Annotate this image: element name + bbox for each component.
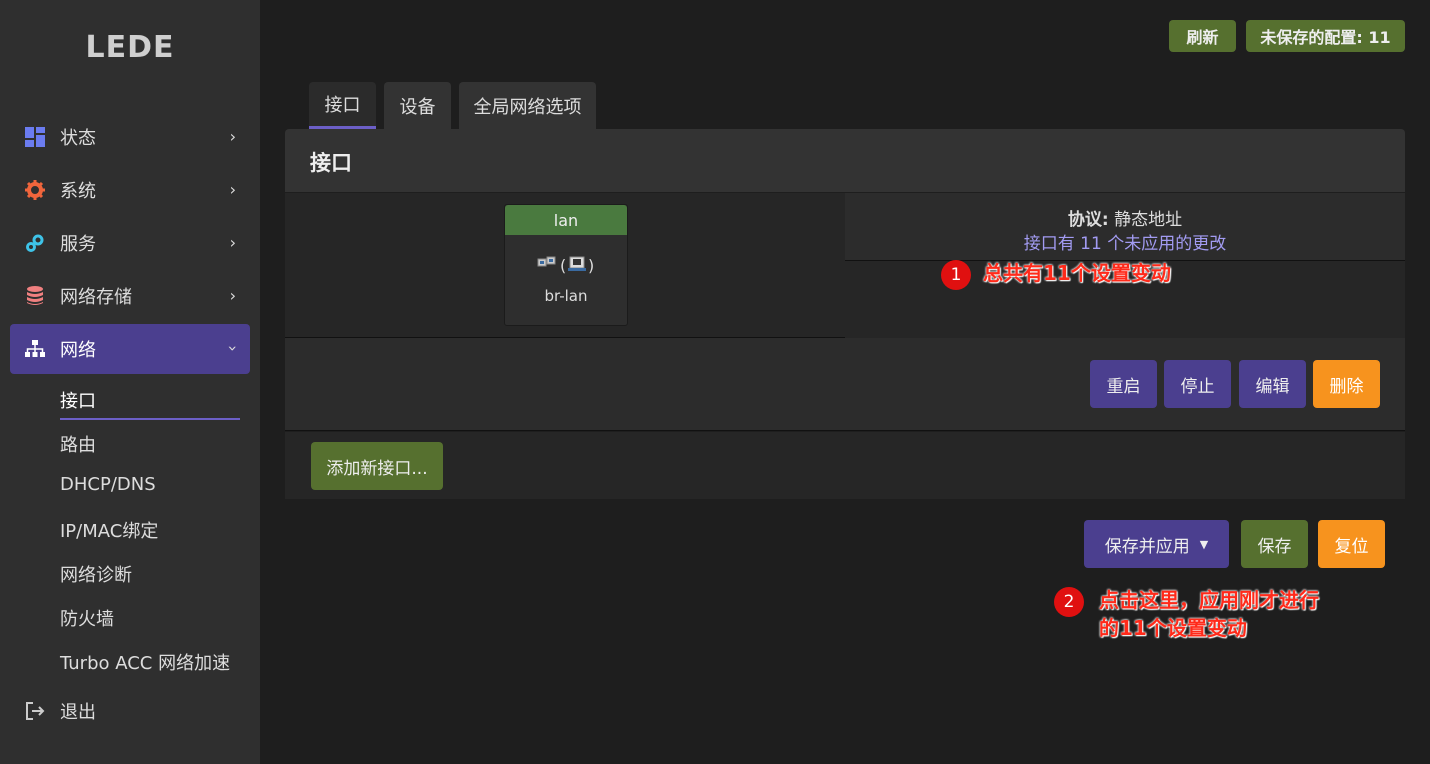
sidebar-item-label: 网络 [60, 340, 96, 361]
tab-global-options[interactable]: 全局网络选项 [459, 82, 596, 129]
subnav-diagnostics[interactable]: 网络诊断 [60, 561, 132, 587]
interface-info: 协议: 静态地址 接口有 11 个未应用的更改 [845, 193, 1405, 261]
chevron-right-icon: › [229, 233, 236, 252]
sidebar-item-label: 系统 [60, 181, 96, 202]
sidebar-item-label: 服务 [60, 234, 96, 255]
sidebar-item-services[interactable]: 服务 › [10, 218, 250, 268]
gear-icon [24, 179, 46, 201]
sidebar-item-network[interactable]: 网络 › [10, 324, 250, 374]
dashboard-icon [24, 126, 46, 148]
restart-button[interactable]: 重启 [1090, 360, 1157, 408]
interface-name: lan [505, 205, 627, 235]
refresh-button[interactable]: 刷新 [1169, 20, 1236, 52]
svg-text:): ) [588, 256, 594, 275]
sidebar-item-system[interactable]: 系统 › [10, 165, 250, 215]
sidebar-item-nas[interactable]: 网络存储 › [10, 271, 250, 321]
subnav-interfaces[interactable]: 接口 [60, 387, 96, 413]
edit-button[interactable]: 编辑 [1239, 360, 1306, 408]
annotation-text-2-line2: 的11个设置变动 [1099, 616, 1247, 640]
svg-text:(: ( [560, 256, 566, 275]
stop-button[interactable]: 停止 [1164, 360, 1231, 408]
sidebar-item-logout[interactable]: 退出 [10, 686, 250, 736]
add-interface-button[interactable]: 添加新接口... [311, 442, 443, 490]
save-apply-label: 保存并应用 [1104, 536, 1190, 557]
annotation-text-1: 总共有11个设置变动 [983, 261, 1171, 285]
annotation-badge-2: 2 [1054, 587, 1084, 617]
logo: LEDE [85, 30, 175, 65]
delete-button[interactable]: 删除 [1313, 360, 1380, 408]
bridge-icon: () [505, 253, 627, 281]
annotation-badge-1: 1 [941, 260, 971, 290]
interface-cell: lan () br-lan [285, 193, 845, 338]
chevron-right-icon: › [229, 286, 236, 305]
unsaved-changes-button[interactable]: 未保存的配置: 11 [1246, 20, 1405, 52]
chevron-down-icon: › [223, 345, 243, 352]
panel-header: 接口 [285, 129, 1405, 192]
sidebar-item-label: 网络存储 [60, 287, 132, 308]
subnav-dhcp-dns[interactable]: DHCP/DNS [60, 474, 156, 495]
save-apply-button[interactable]: 保存并应用 ▼ [1084, 520, 1229, 568]
sitemap-icon [24, 338, 46, 360]
subnav-firewall[interactable]: 防火墙 [60, 605, 114, 631]
database-icon [24, 285, 46, 307]
tab-interfaces[interactable]: 接口 [309, 82, 376, 129]
protocol-label: 协议: [1067, 210, 1109, 230]
interface-row: lan () br-lan 协议: 静态地址 接口有 11 个未应用的更改 [285, 193, 1405, 338]
chevron-right-icon: › [229, 127, 236, 146]
protocol-value: 静态地址 [1114, 210, 1183, 230]
active-underline [60, 418, 240, 420]
reset-button[interactable]: 复位 [1318, 520, 1385, 568]
annotation-text-2-line1: 点击这里，应用刚才进行 [1099, 588, 1319, 612]
protocol-line: 协议: 静态地址 [845, 205, 1405, 230]
logout-icon [24, 700, 46, 722]
sidebar-item-status[interactable]: 状态 › [10, 112, 250, 162]
device-name: br-lan [544, 287, 588, 305]
interface-badge[interactable]: lan () br-lan [504, 204, 628, 326]
sidebar-item-label: 退出 [60, 702, 96, 723]
gears-icon [24, 232, 46, 254]
subnav-routes[interactable]: 路由 [60, 431, 96, 457]
add-interface-row: 添加新接口... [285, 432, 1405, 499]
tab-devices[interactable]: 设备 [384, 82, 451, 129]
pending-changes-text: 接口有 11 个未应用的更改 [1023, 234, 1227, 254]
save-button[interactable]: 保存 [1241, 520, 1308, 568]
caret-down-icon: ▼ [1199, 537, 1209, 551]
chevron-right-icon: › [229, 180, 236, 199]
sidebar: LEDE 状态 › 系统 › 服务 › 网络存储 › 网络 › 接口 路由 DH… [0, 0, 260, 764]
panel-title: 接口 [310, 151, 352, 175]
sidebar-item-label: 状态 [60, 128, 96, 149]
subnav-turbo-acc[interactable]: Turbo ACC 网络加速 [60, 649, 230, 675]
actions-row: 重启 停止 编辑 删除 [285, 338, 1405, 431]
subnav-ip-mac-binding[interactable]: IP/MAC绑定 [60, 517, 158, 543]
